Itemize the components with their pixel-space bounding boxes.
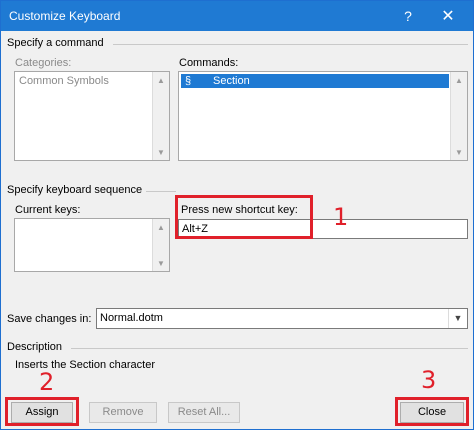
close-icon[interactable]: ✕: [433, 1, 463, 31]
chevron-down-icon[interactable]: ▼: [448, 309, 467, 328]
annotation-box-assign: [5, 397, 79, 426]
categories-scrollbar[interactable]: ▲ ▼: [152, 72, 169, 160]
annotation-box-close: [395, 397, 469, 426]
scroll-up-icon[interactable]: ▲: [153, 72, 169, 88]
scroll-up-icon[interactable]: ▲: [153, 219, 169, 235]
save-changes-dropdown[interactable]: Normal.dotm ▼: [96, 308, 468, 329]
customize-keyboard-dialog: Customize Keyboard ? ✕ Specify a command…: [0, 0, 474, 430]
specify-command-heading: Specify a command: [7, 37, 104, 49]
list-item[interactable]: Common Symbols: [17, 74, 151, 88]
group-divider: [113, 44, 468, 45]
annotation-number-1: 1: [333, 203, 349, 231]
current-keys-label: Current keys:: [15, 204, 81, 216]
description-heading: Description: [7, 341, 63, 353]
save-changes-label: Save changes in:: [7, 313, 92, 325]
group-divider: [71, 348, 468, 349]
current-keys-listbox[interactable]: ▲ ▼: [14, 218, 170, 272]
commands-label: Commands:: [179, 57, 239, 69]
reset-all-button[interactable]: Reset All...: [168, 402, 240, 423]
group-divider: [146, 191, 176, 192]
section-symbol-icon: §: [185, 75, 192, 87]
title-bar[interactable]: Customize Keyboard ? ✕: [1, 1, 473, 31]
annotation-box-shortcut: [175, 195, 313, 239]
keyboard-sequence-heading: Specify keyboard sequence: [7, 184, 143, 196]
categories-listbox[interactable]: Common Symbols ▲ ▼: [14, 71, 170, 161]
scroll-down-icon[interactable]: ▼: [153, 144, 169, 160]
scroll-up-icon[interactable]: ▲: [451, 72, 467, 88]
list-item[interactable]: § Section: [181, 74, 449, 88]
help-icon[interactable]: ?: [393, 1, 423, 31]
scroll-down-icon[interactable]: ▼: [153, 255, 169, 271]
remove-button[interactable]: Remove: [89, 402, 157, 423]
commands-scrollbar[interactable]: ▲ ▼: [450, 72, 467, 160]
command-name: Section: [213, 75, 250, 87]
commands-listbox[interactable]: § Section ▲ ▼: [178, 71, 468, 161]
current-keys-scrollbar[interactable]: ▲ ▼: [152, 219, 169, 271]
categories-label: Categories:: [15, 57, 72, 69]
save-changes-value: Normal.dotm: [100, 312, 163, 324]
annotation-number-2: 2: [39, 368, 55, 396]
annotation-number-3: 3: [421, 366, 437, 394]
scroll-down-icon[interactable]: ▼: [451, 144, 467, 160]
dialog-title: Customize Keyboard: [9, 9, 121, 23]
description-text: Inserts the Section character: [15, 359, 156, 371]
